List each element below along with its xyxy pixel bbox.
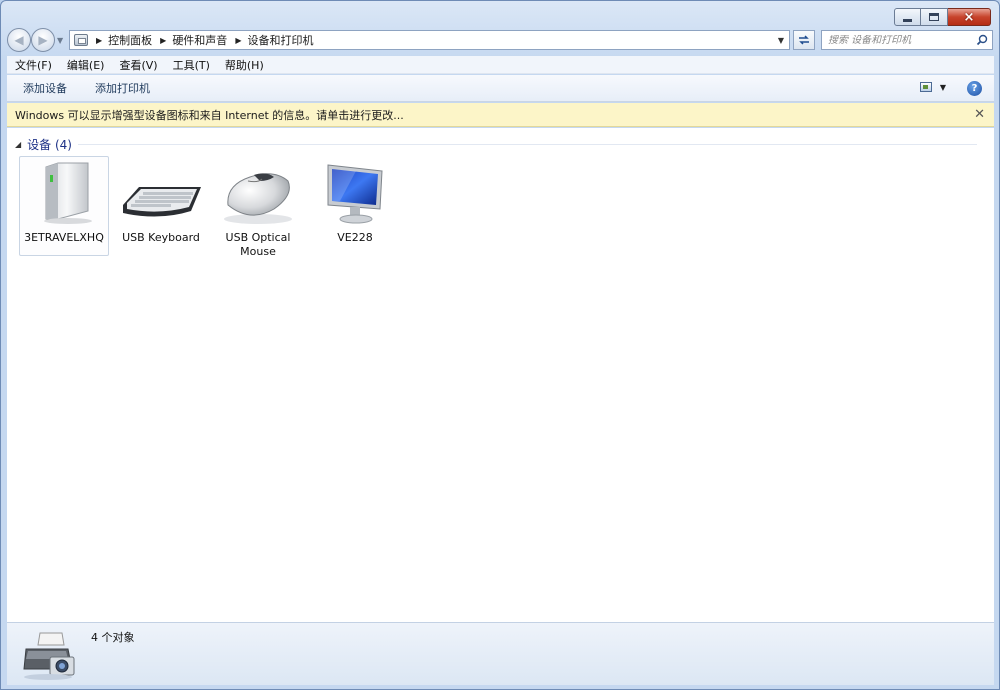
collapse-triangle-icon[interactable]: ◢ (15, 140, 21, 149)
command-bar: 添加设备 添加打印机 ▼ ? (7, 75, 994, 102)
group-divider (77, 143, 977, 145)
group-header-devices[interactable]: ◢ 设备 (4) (15, 136, 977, 152)
forward-arrow-icon: ▶ (38, 33, 48, 47)
keyboard-icon (123, 187, 201, 217)
close-icon: × (963, 9, 975, 25)
back-arrow-icon: ◀ (14, 33, 24, 47)
device-item-usb-optical-mouse[interactable]: USB Optical Mouse (213, 156, 303, 258)
device-label: USB Optical Mouse (225, 231, 291, 258)
forward-button[interactable]: ▶ (31, 28, 55, 52)
device-label: USB Keyboard (122, 231, 200, 244)
search-icon[interactable] (976, 34, 988, 46)
menu-view[interactable]: 查看(V) (111, 57, 164, 73)
navigation-row: ◀ ▶ ▼ ▶ 控制面板 ▶ 硬件和声音 ▶ 设备和打印机 ▼ (7, 28, 993, 52)
menu-bar: 文件(F) 编辑(E) 查看(V) 工具(T) 帮助(H) (7, 56, 994, 74)
device-label: 3ETRAVELXHQ (24, 231, 104, 244)
breadcrumb-hardware-and-sound[interactable]: 硬件和声音 (172, 32, 227, 48)
breadcrumb-separator-icon[interactable]: ▶ (96, 36, 102, 45)
device-label: VE228 (337, 231, 373, 244)
help-button[interactable]: ? (967, 81, 982, 96)
refresh-button[interactable] (793, 30, 815, 50)
breadcrumb-separator-icon[interactable]: ▶ (160, 36, 166, 45)
menu-tools[interactable]: 工具(T) (165, 57, 217, 73)
menu-edit[interactable]: 编辑(E) (59, 57, 112, 73)
maximize-button[interactable] (921, 8, 948, 26)
details-pane: 4 个对象 (7, 622, 994, 685)
minimize-button[interactable] (894, 8, 921, 26)
help-icon: ? (971, 83, 978, 94)
monitor-icon (327, 164, 383, 224)
device-item-usb-keyboard[interactable]: USB Keyboard (116, 156, 206, 256)
printer-camera-icon (23, 632, 75, 680)
caption-buttons: × (894, 8, 991, 26)
back-button[interactable]: ◀ (7, 28, 31, 52)
device-item-ve228[interactable]: VE228 (310, 156, 400, 256)
device-item-3etravelxhq[interactable]: 3ETRAVELXHQ (19, 156, 109, 256)
info-bar-close-icon[interactable]: ✕ (974, 107, 985, 122)
view-icon (919, 82, 932, 92)
mouse-icon (224, 173, 292, 224)
item-count-text: 4 个对象 (91, 631, 135, 644)
group-title: 设备 (4) (27, 137, 72, 152)
menu-file[interactable]: 文件(F) (7, 57, 59, 73)
add-printer-button[interactable]: 添加打印机 (79, 80, 162, 96)
search-input[interactable] (828, 34, 973, 46)
explorer-window: × ◀ ▶ ▼ ▶ 控制面板 ▶ 硬件和声音 ▶ 设备和打印机 ▼ 搜索 设备和… (0, 0, 1000, 690)
minimize-icon (903, 18, 912, 22)
breadcrumb-control-panel[interactable]: 控制面板 (108, 32, 152, 48)
devices-content-area: ◢ 设备 (4) 3ETRAVELXHQ USB Keyboard USB Op… (7, 128, 994, 622)
search-box[interactable] (821, 30, 993, 50)
maximize-icon (929, 13, 939, 21)
info-bar-text: Windows 可以显示增强型设备图标和来自 Internet 的信息。请单击进… (15, 108, 404, 122)
breadcrumb-separator-icon[interactable]: ▶ (235, 36, 241, 45)
control-panel-icon (74, 34, 88, 46)
chevron-down-icon: ▼ (939, 82, 946, 92)
address-bar[interactable]: ▶ 控制面板 ▶ 硬件和声音 ▶ 设备和打印机 ▼ (69, 30, 790, 50)
menu-help[interactable]: 帮助(H) (217, 57, 271, 73)
recent-pages-dropdown-icon[interactable]: ▼ (57, 36, 63, 45)
add-device-button[interactable]: 添加设备 (7, 80, 79, 96)
close-button[interactable]: × (948, 8, 991, 26)
address-dropdown-icon[interactable]: ▼ (773, 31, 789, 49)
info-bar[interactable]: Windows 可以显示增强型设备图标和来自 Internet 的信息。请单击进… (7, 103, 994, 127)
breadcrumb-devices-and-printers[interactable]: 设备和打印机 (247, 32, 313, 48)
external-drive-icon (44, 162, 92, 224)
refresh-icon (799, 35, 809, 45)
change-view-button[interactable]: ▼ (919, 82, 946, 92)
